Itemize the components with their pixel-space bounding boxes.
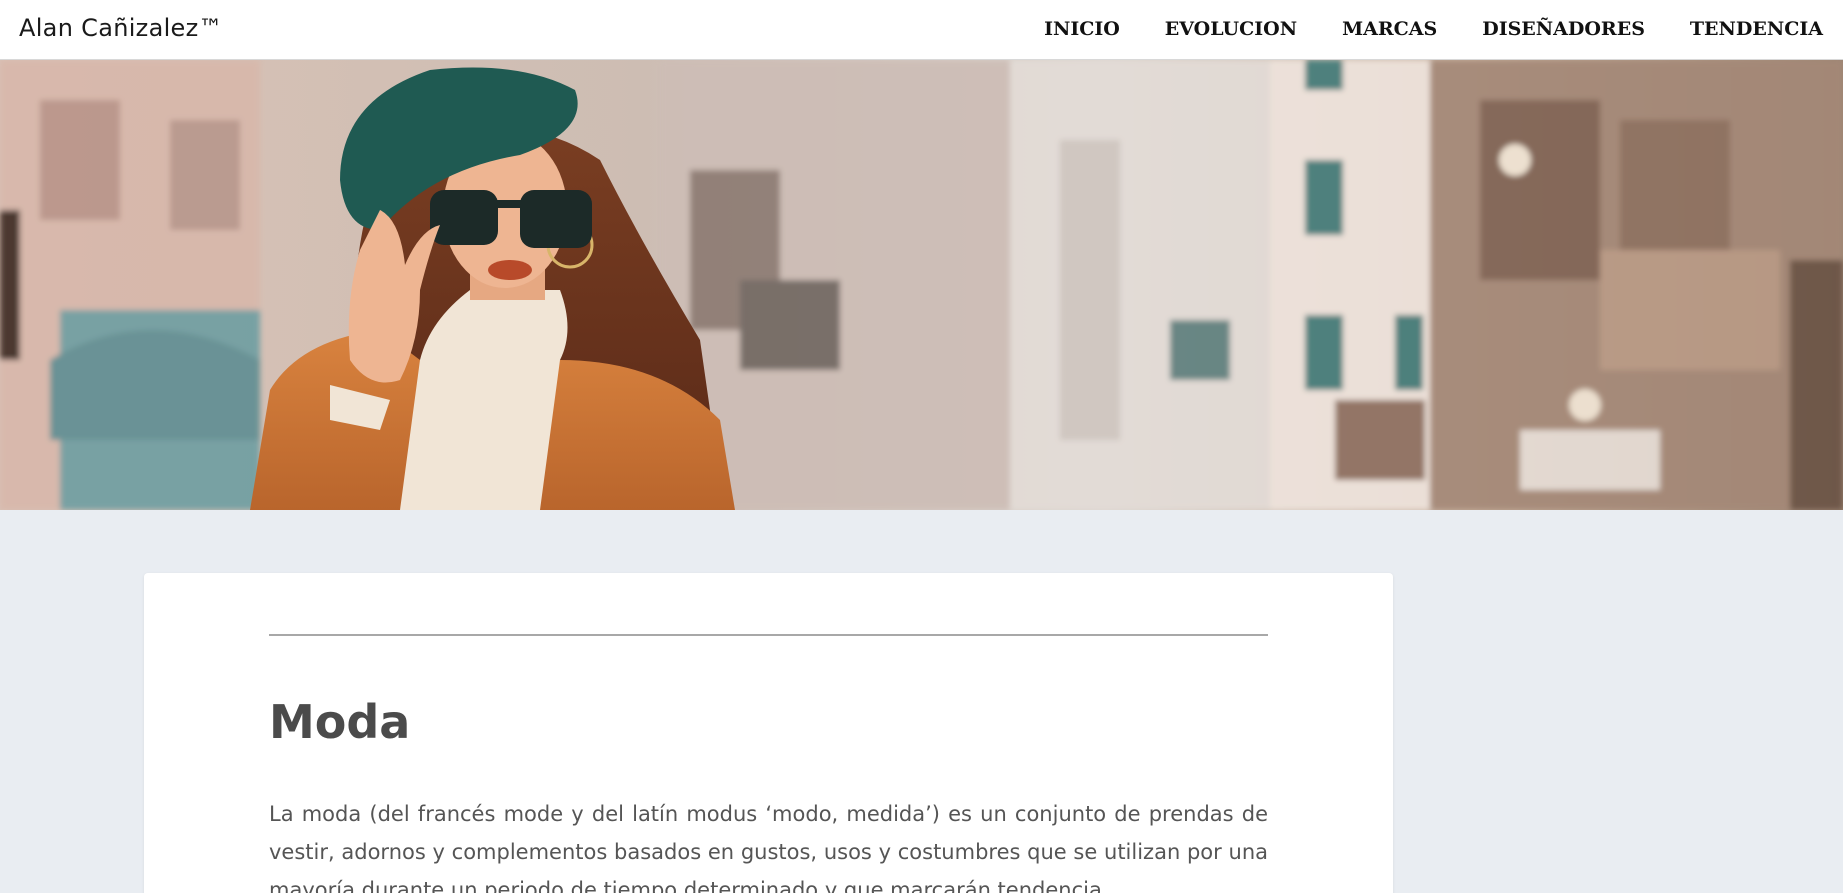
- top-navbar: Alan Cañizalez™ INICIO EVOLUCION MARCAS …: [0, 0, 1843, 60]
- brand-logo[interactable]: Alan Cañizalez™: [19, 14, 223, 42]
- article-title: Moda: [269, 695, 411, 749]
- hero-image: [0, 60, 1843, 510]
- divider: [269, 634, 1268, 636]
- nav-item-tendencia[interactable]: TENDENCIA: [1690, 18, 1823, 40]
- main-nav: INICIO EVOLUCION MARCAS DISEÑADORES TEND…: [999, 18, 1823, 40]
- nav-item-disenadores[interactable]: DISEÑADORES: [1482, 18, 1645, 40]
- nav-item-evolucion[interactable]: EVOLUCION: [1165, 18, 1297, 40]
- hero-illustration: [0, 60, 1843, 510]
- article-card: Moda La moda (del francés mode y del lat…: [144, 573, 1393, 893]
- nav-item-inicio[interactable]: INICIO: [1044, 18, 1120, 40]
- nav-item-marcas[interactable]: MARCAS: [1342, 18, 1437, 40]
- article-paragraph: La moda (del francés mode y del latín mo…: [269, 802, 1268, 893]
